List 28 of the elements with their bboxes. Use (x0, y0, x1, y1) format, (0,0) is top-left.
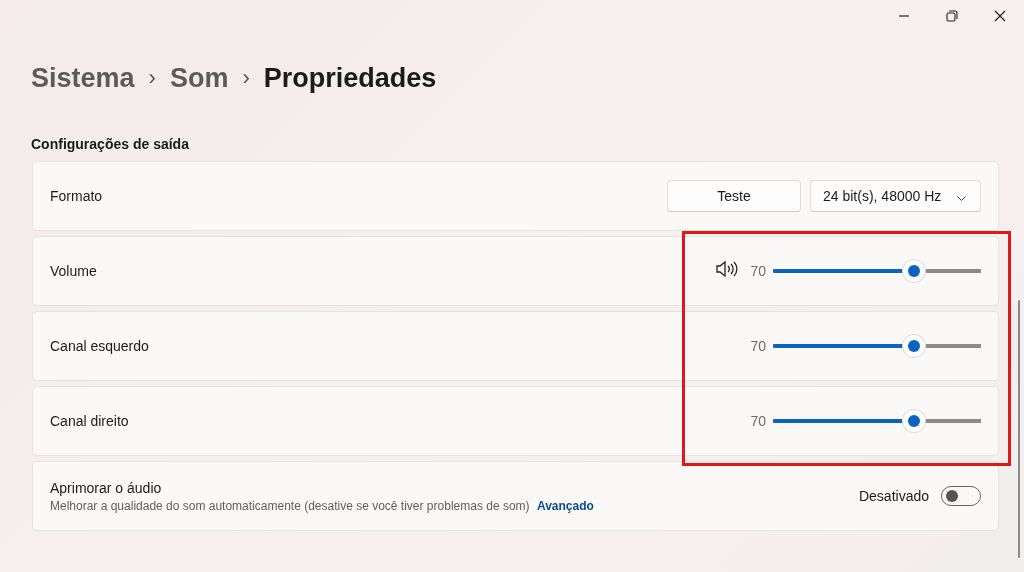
breadcrumb-item: Propriedades (263, 62, 437, 94)
breadcrumb-item[interactable]: Sistema (31, 62, 135, 94)
toggle-state-text: Desativado (858, 488, 929, 504)
close-icon[interactable] (994, 10, 1006, 22)
advanced-link[interactable]: Avançado (536, 498, 594, 513)
speaker-icon[interactable] (716, 261, 739, 277)
breadcrumb-item[interactable]: Som (169, 62, 229, 94)
scroll-bar[interactable] (1018, 300, 1020, 558)
setting-label: Canal esquerdo (50, 338, 150, 354)
volume-reading: 70 (750, 263, 766, 279)
setting-title: Aprimorar o áudio (50, 479, 163, 496)
setting-label: Canal direito (50, 413, 130, 429)
slider-thumb[interactable] (903, 335, 926, 357)
minimize-icon[interactable] (898, 15, 910, 17)
test-button[interactable]: Teste (667, 180, 801, 212)
breadcrumb-separator: › (242, 65, 250, 91)
slider-thumb[interactable] (903, 410, 926, 432)
chevron-down-icon (957, 196, 966, 201)
setting-description: Melhorar a qualidade do som automaticamente (desative se você tiver problemas de som) Avançado (50, 498, 595, 513)
restore-icon[interactable] (946, 10, 958, 22)
volume-reading: 70 (750, 413, 766, 429)
volume-reading: 70 (750, 338, 766, 354)
breadcrumb-separator: › (148, 65, 156, 91)
section-title: Configurações de saída (31, 136, 190, 152)
setting-label: Formato (50, 188, 104, 204)
format-dropdown[interactable]: 24 bit(s), 48000 Hz (810, 180, 981, 212)
setting-label: Volume (50, 263, 98, 279)
slider-thumb[interactable] (903, 260, 926, 282)
